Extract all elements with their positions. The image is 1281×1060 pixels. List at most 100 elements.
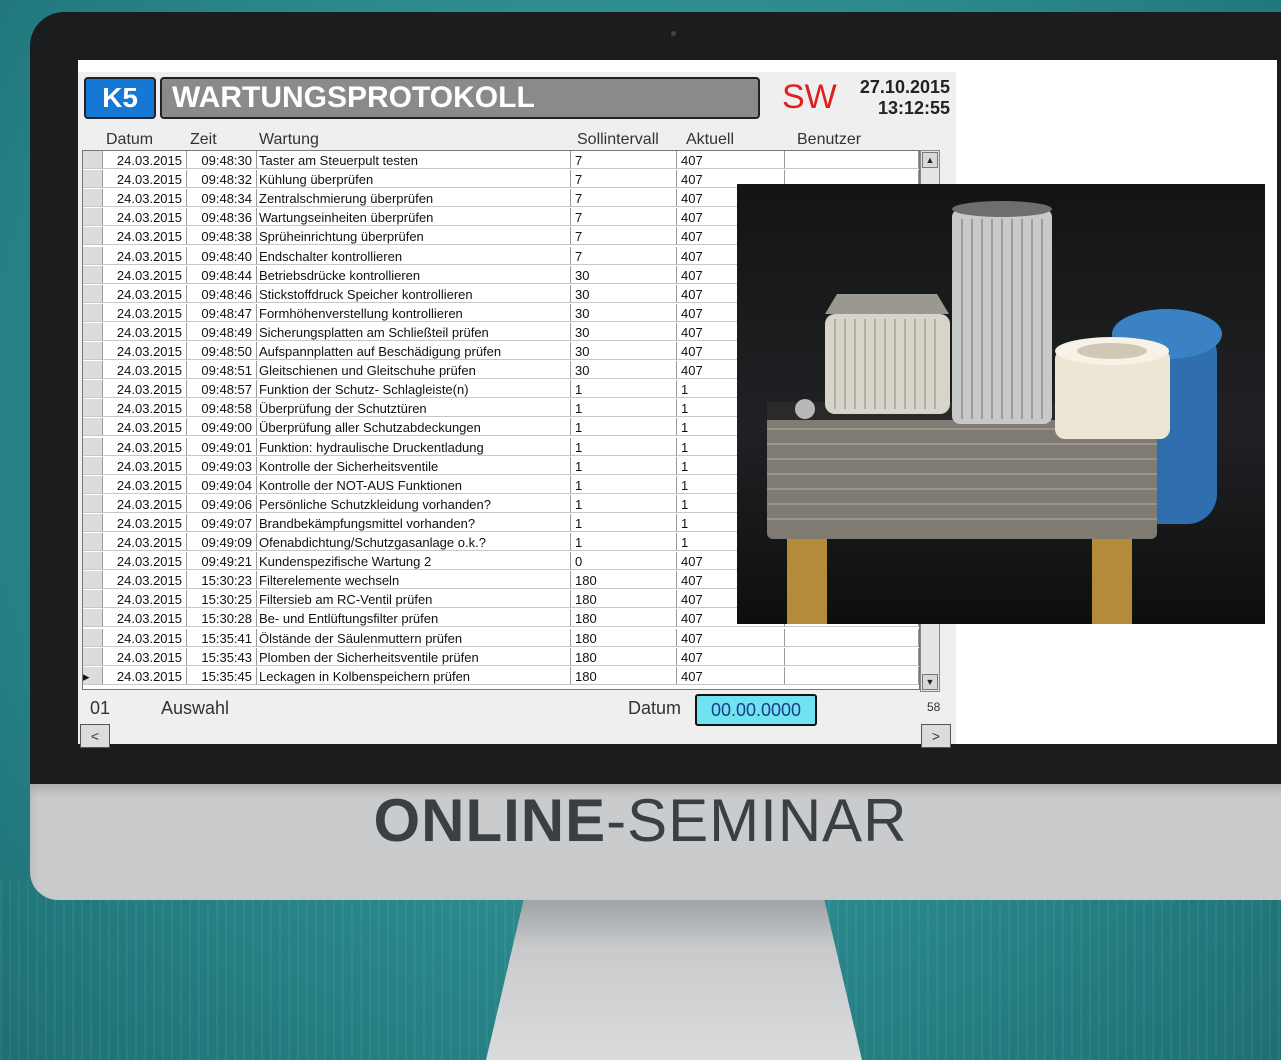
cell-wartung: Filtersieb am RC-Ventil prüfen — [257, 590, 571, 609]
cell-zeit: 15:30:23 — [187, 571, 257, 590]
cell-aktuell: 407 — [677, 628, 785, 647]
prev-page-button[interactable]: < — [80, 724, 110, 748]
col-header-sollintervall[interactable]: Sollintervall — [577, 131, 659, 149]
cell-wartung: Sicherungsplatten am Schließteil prüfen — [257, 322, 571, 341]
cell-sollintervall: 180 — [571, 647, 677, 666]
col-header-datum[interactable]: Datum — [106, 131, 153, 149]
cell-sollintervall: 1 — [571, 513, 677, 532]
cell-wartung: Sprüheinrichtung überprüfen — [257, 227, 571, 246]
table-row[interactable]: 24.03.2015 15:35:43 Plomben der Sicherheit… — [83, 647, 919, 667]
cell-aktuell: 407 — [677, 666, 785, 685]
monitor-stand — [486, 900, 862, 1060]
row-selector — [83, 151, 103, 169]
cell-zeit: 09:48:57 — [187, 380, 257, 399]
datetime-display: 27.10.2015 13:12:55 — [846, 77, 950, 119]
cell-datum: 24.03.2015 — [103, 189, 187, 208]
table-row[interactable]: 24.03.2015 09:48:30 Taster am Steuerpult t… — [83, 151, 919, 170]
cell-wartung: Kontrolle der Sicherheitsventile — [257, 456, 571, 475]
row-selector — [83, 552, 103, 571]
next-page-button[interactable]: > — [921, 724, 951, 748]
cell-wartung: Brandbekämpfungsmittel vorhanden? — [257, 513, 571, 532]
cell-datum: 24.03.2015 — [103, 418, 187, 437]
cell-datum: 24.03.2015 — [103, 342, 187, 360]
cell-datum: 24.03.2015 — [103, 399, 187, 418]
row-selector — [83, 265, 103, 284]
cell-datum: 24.03.2015 — [103, 303, 187, 322]
col-header-aktuell[interactable]: Aktuell — [686, 131, 734, 149]
cell-wartung: Persönliche Schutzkleidung vorhanden? — [257, 494, 571, 513]
cell-wartung: Überprüfung aller Schutzabdeckungen — [257, 418, 571, 437]
cell-wartung: Gleitschienen und Gleitschuhe prüfen — [257, 361, 571, 380]
entry-count: 58 — [927, 700, 941, 714]
row-selector — [83, 418, 103, 437]
row-selector — [83, 456, 103, 475]
cell-datum: 24.03.2015 — [103, 151, 187, 169]
filter-photo — [737, 184, 1265, 624]
cell-datum: 24.03.2015 — [103, 380, 187, 399]
row-selector — [83, 513, 103, 532]
row-selector — [83, 571, 103, 590]
row-selector — [83, 342, 103, 360]
cell-zeit: 09:48:36 — [187, 208, 257, 227]
cell-wartung: Taster am Steuerpult testen — [257, 151, 571, 169]
user-code: SW — [782, 78, 837, 116]
cell-datum: 24.03.2015 — [103, 475, 187, 494]
scroll-down-button[interactable]: ▼ — [922, 674, 938, 690]
cell-datum: 24.03.2015 — [103, 208, 187, 227]
auswahl-button[interactable]: Auswahl — [161, 698, 229, 719]
table-row[interactable]: ▸ 24.03.2015 15:35:45 Leckagen in Kolbenspe… — [83, 666, 919, 686]
cell-zeit: 09:49:06 — [187, 494, 257, 513]
row-selector — [83, 628, 103, 647]
cell-zeit: 15:35:41 — [187, 628, 257, 647]
col-header-wartung[interactable]: Wartung — [259, 131, 319, 149]
cell-zeit: 09:49:04 — [187, 475, 257, 494]
cell-benutzer — [785, 647, 919, 666]
cell-sollintervall: 7 — [571, 170, 677, 189]
cell-sollintervall: 1 — [571, 437, 677, 456]
cell-datum: 24.03.2015 — [103, 571, 187, 590]
col-header-benutzer[interactable]: Benutzer — [797, 131, 861, 149]
cell-zeit: 09:49:03 — [187, 456, 257, 475]
cell-sollintervall: 30 — [571, 303, 677, 322]
cell-zeit: 15:30:28 — [187, 609, 257, 628]
cell-datum: 24.03.2015 — [103, 246, 187, 265]
cell-wartung: Endschalter kontrollieren — [257, 246, 571, 265]
row-selector — [83, 227, 103, 246]
cell-benutzer — [785, 666, 919, 685]
cell-wartung: Funktion der Schutz- Schlagleiste(n) — [257, 380, 571, 399]
cell-datum: 24.03.2015 — [103, 361, 187, 380]
cell-aktuell: 407 — [677, 151, 785, 169]
screen: K5 WARTUNGSPROTOKOLL SW 27.10.2015 13:12… — [78, 60, 1277, 748]
cell-datum: 24.03.2015 — [103, 533, 187, 551]
cell-sollintervall: 1 — [571, 418, 677, 437]
machine-badge: K5 — [84, 77, 156, 119]
cell-datum: 24.03.2015 — [103, 227, 187, 246]
cell-datum: 24.03.2015 — [103, 666, 187, 685]
row-selector — [83, 303, 103, 322]
cell-sollintervall: 1 — [571, 456, 677, 475]
col-header-zeit[interactable]: Zeit — [190, 131, 217, 149]
cell-sollintervall: 180 — [571, 609, 677, 628]
scroll-up-button[interactable]: ▲ — [922, 152, 938, 168]
cell-aktuell: 407 — [677, 647, 785, 666]
cell-sollintervall: 30 — [571, 342, 677, 360]
datum-input[interactable]: 00.00.0000 — [695, 694, 817, 726]
table-row[interactable]: 24.03.2015 15:35:41 Ölstände der Säulenmut… — [83, 628, 919, 648]
cell-zeit: 09:49:00 — [187, 418, 257, 437]
page-number: 01 — [90, 698, 111, 718]
row-selector — [83, 475, 103, 494]
cell-wartung: Leckagen in Kolbenspeichern prüfen — [257, 666, 571, 685]
cell-datum: 24.03.2015 — [103, 170, 187, 189]
cell-sollintervall: 7 — [571, 151, 677, 169]
filter-photo-illustration — [767, 201, 1222, 624]
row-selector — [83, 533, 103, 551]
cell-sollintervall: 180 — [571, 590, 677, 609]
cell-datum: 24.03.2015 — [103, 552, 187, 571]
cell-sollintervall: 180 — [571, 571, 677, 590]
cell-sollintervall: 1 — [571, 380, 677, 399]
cell-sollintervall: 30 — [571, 265, 677, 284]
cell-sollintervall: 1 — [571, 494, 677, 513]
row-selector — [83, 609, 103, 628]
cell-zeit: 15:30:25 — [187, 590, 257, 609]
cell-sollintervall: 7 — [571, 227, 677, 246]
